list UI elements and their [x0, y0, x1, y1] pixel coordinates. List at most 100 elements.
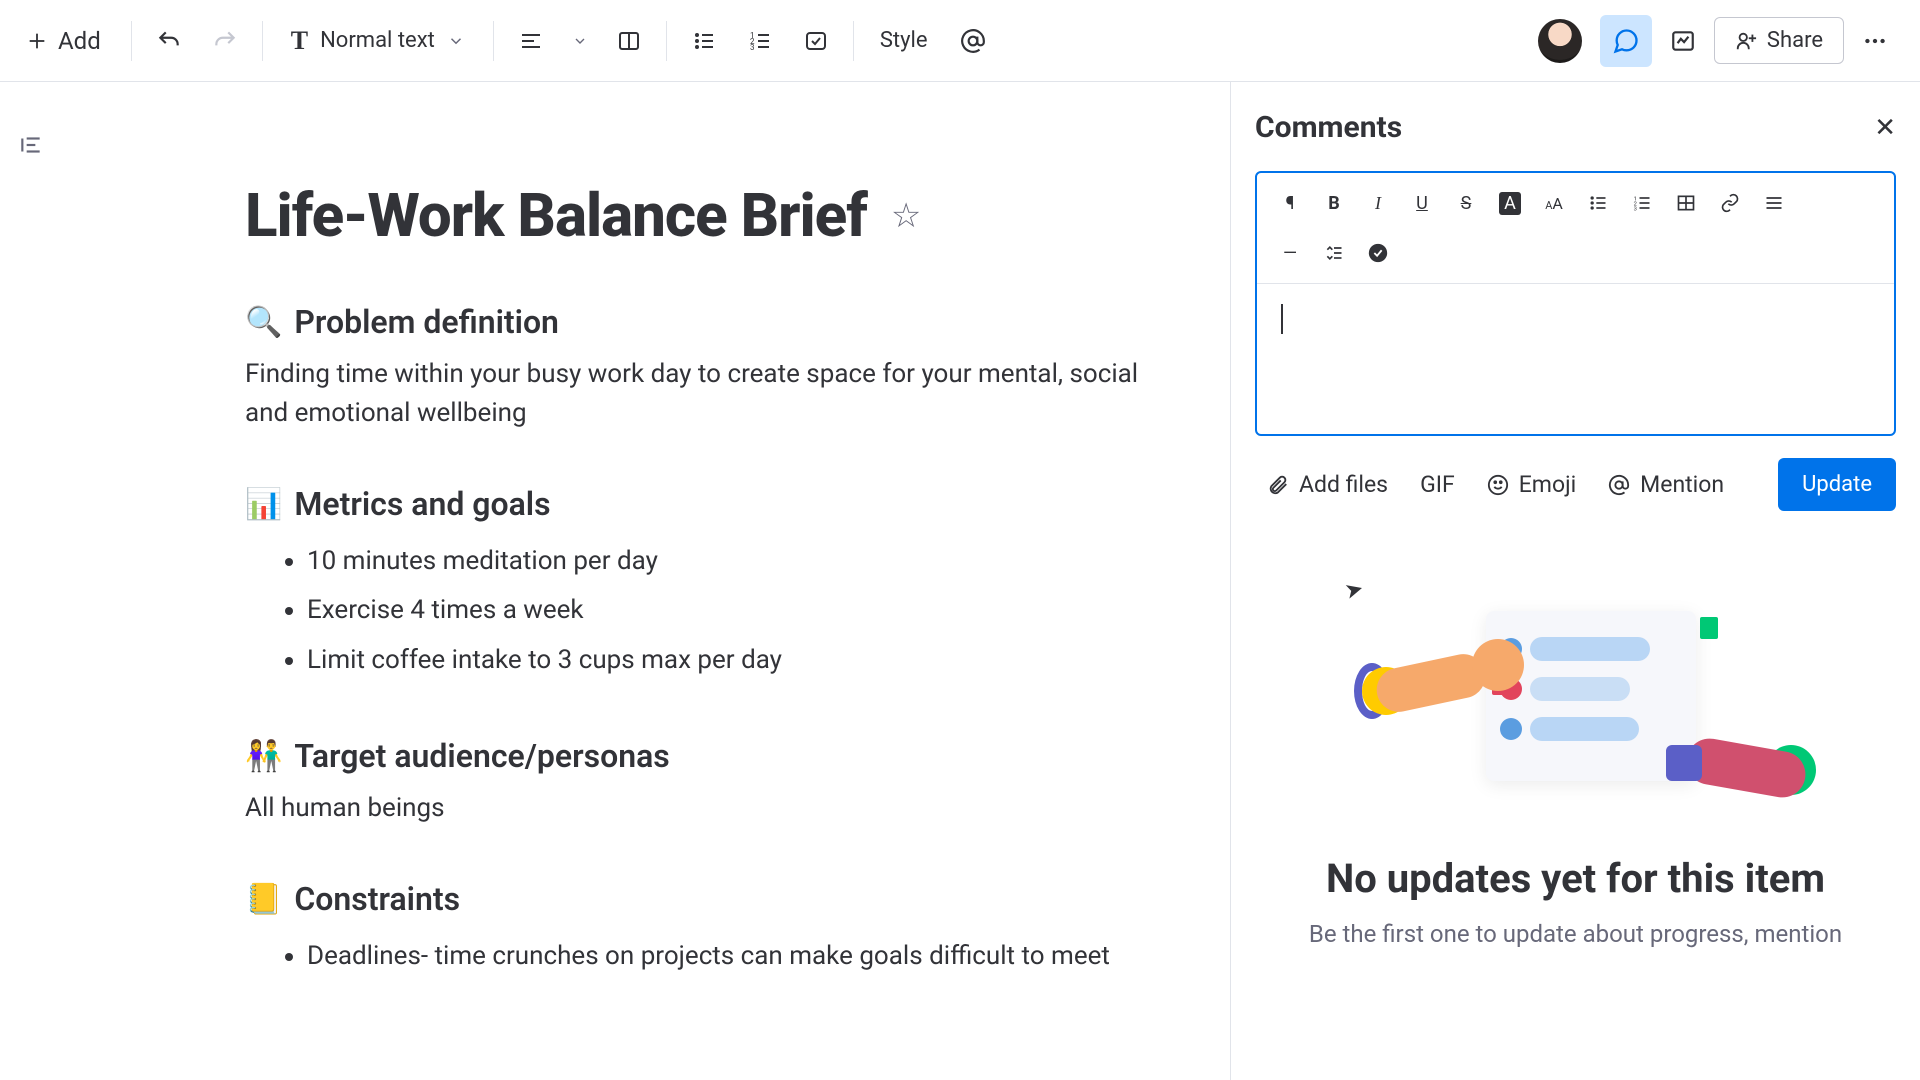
- link-button[interactable]: [1709, 183, 1751, 223]
- close-comments-button[interactable]: ✕: [1874, 113, 1896, 143]
- editor-toolbar: ¶ B I U S A AA 123 —: [1257, 173, 1894, 284]
- italic-button[interactable]: I: [1357, 183, 1399, 223]
- align-icon: [1764, 193, 1784, 213]
- svg-text:3: 3: [750, 43, 755, 52]
- at-icon: [960, 28, 986, 54]
- update-label: Update: [1802, 472, 1872, 497]
- section-heading[interactable]: Target audience/personas: [294, 737, 669, 775]
- mention-button[interactable]: Mention: [1596, 465, 1736, 504]
- favorite-button[interactable]: ☆: [891, 196, 921, 236]
- emoji-button[interactable]: Emoji: [1475, 465, 1588, 504]
- undo-button[interactable]: [144, 16, 194, 66]
- comment-textarea[interactable]: [1257, 284, 1894, 434]
- people-icon: 👫: [245, 739, 282, 774]
- bold-icon: B: [1328, 193, 1340, 214]
- empty-illustration: [1356, 581, 1796, 821]
- text-color-button[interactable]: A: [1489, 183, 1531, 223]
- strike-button[interactable]: S: [1445, 183, 1487, 223]
- add-button[interactable]: Add: [8, 17, 119, 65]
- comments-title: Comments: [1255, 110, 1402, 145]
- layout-icon: [617, 29, 641, 53]
- text-style-label: Normal text: [320, 28, 435, 53]
- underline-icon: U: [1416, 193, 1428, 214]
- list-item[interactable]: Deadlines- time crunches on projects can…: [307, 932, 1175, 981]
- separator: [666, 21, 667, 61]
- activity-button[interactable]: [1658, 16, 1708, 66]
- at-icon: [1608, 474, 1630, 496]
- plus-icon: [26, 30, 48, 52]
- line-spacing-icon: [1324, 243, 1344, 263]
- checklist-button[interactable]: [1357, 233, 1399, 273]
- font-size-button[interactable]: AA: [1533, 183, 1575, 223]
- comments-pane: Comments ✕ ¶ B I U S A AA 123 —: [1230, 82, 1920, 1080]
- font-size-icon: AA: [1545, 193, 1563, 214]
- separator: [131, 21, 132, 61]
- gif-button[interactable]: GIF: [1408, 465, 1467, 504]
- notebook-icon: 📒: [245, 882, 282, 917]
- outline-toggle[interactable]: [18, 132, 44, 158]
- line-spacing-button[interactable]: [1313, 233, 1355, 273]
- empty-state-subtitle: Be the first one to update about progres…: [1255, 920, 1896, 948]
- section-body[interactable]: All human beings: [245, 789, 1175, 828]
- bullet-list-icon: [1588, 193, 1608, 213]
- mention-button[interactable]: [948, 16, 998, 66]
- share-icon: [1735, 30, 1757, 52]
- paragraph-format-button[interactable]: ¶: [1269, 183, 1311, 223]
- chart-icon: 📊: [245, 487, 282, 522]
- numbered-list-icon: 123: [1632, 193, 1652, 213]
- comment-editor[interactable]: ¶ B I U S A AA 123 —: [1255, 171, 1896, 436]
- style-button[interactable]: Style: [866, 16, 942, 66]
- section-body[interactable]: Finding time within your busy work day t…: [245, 355, 1175, 433]
- align-button[interactable]: [506, 16, 556, 66]
- layout-button[interactable]: [604, 16, 654, 66]
- add-files-label: Add files: [1299, 471, 1388, 498]
- update-button[interactable]: Update: [1778, 458, 1896, 511]
- comment-attachments-row: Add files GIF Emoji Mention Update: [1255, 458, 1896, 511]
- checklist-button[interactable]: [791, 16, 841, 66]
- section-heading[interactable]: Metrics and goals: [294, 485, 550, 523]
- avatar[interactable]: [1538, 19, 1582, 63]
- gif-label: GIF: [1420, 471, 1455, 498]
- check-circle-icon: [1367, 242, 1389, 264]
- underline-button[interactable]: U: [1401, 183, 1443, 223]
- align-left-icon: [519, 29, 543, 53]
- bullet-list-button[interactable]: [679, 16, 729, 66]
- list-item[interactable]: Exercise 4 times a week: [307, 586, 1175, 635]
- bold-button[interactable]: B: [1313, 183, 1355, 223]
- list-item[interactable]: Limit coffee intake to 3 cups max per da…: [307, 636, 1175, 685]
- text-color-icon: A: [1499, 192, 1521, 215]
- add-files-button[interactable]: Add files: [1255, 465, 1400, 504]
- numbered-list-icon: 123: [748, 29, 772, 53]
- italic-icon: I: [1375, 193, 1381, 214]
- numbered-list-button[interactable]: 123: [1621, 183, 1663, 223]
- section-constraints: 📒 Constraints Deadlines- time crunches o…: [245, 880, 1175, 981]
- section-metrics: 📊 Metrics and goals 10 minutes meditatio…: [245, 485, 1175, 685]
- align-dropdown-toggle[interactable]: [562, 16, 598, 66]
- minus-icon: —: [1283, 243, 1297, 264]
- style-label: Style: [880, 28, 928, 53]
- redo-button[interactable]: [200, 16, 250, 66]
- table-button[interactable]: [1665, 183, 1707, 223]
- align-button[interactable]: [1753, 183, 1795, 223]
- comment-icon: [1612, 27, 1640, 55]
- svg-text:3: 3: [1634, 207, 1637, 213]
- comments-toggle-button[interactable]: [1600, 15, 1652, 67]
- share-button[interactable]: Share: [1714, 17, 1844, 64]
- link-icon: [1720, 193, 1740, 213]
- star-icon: ☆: [891, 196, 921, 236]
- hr-button[interactable]: —: [1269, 233, 1311, 273]
- section-heading[interactable]: Problem definition: [294, 303, 559, 341]
- document-body[interactable]: Life-Work Balance Brief ☆ 🔍 Problem defi…: [245, 180, 1175, 982]
- document-title[interactable]: Life-Work Balance Brief: [245, 180, 867, 251]
- checklist-icon: [804, 29, 828, 53]
- document-pane: Life-Work Balance Brief ☆ 🔍 Problem defi…: [0, 82, 1230, 1080]
- separator: [262, 21, 263, 61]
- text-style-dropdown[interactable]: T Normal text: [275, 16, 481, 66]
- numbered-list-button[interactable]: 123: [735, 16, 785, 66]
- mention-label: Mention: [1640, 471, 1724, 498]
- more-button[interactable]: [1850, 16, 1900, 66]
- section-heading[interactable]: Constraints: [294, 880, 460, 918]
- bullet-list-icon: [692, 29, 716, 53]
- bullet-list-button[interactable]: [1577, 183, 1619, 223]
- list-item[interactable]: 10 minutes meditation per day: [307, 537, 1175, 586]
